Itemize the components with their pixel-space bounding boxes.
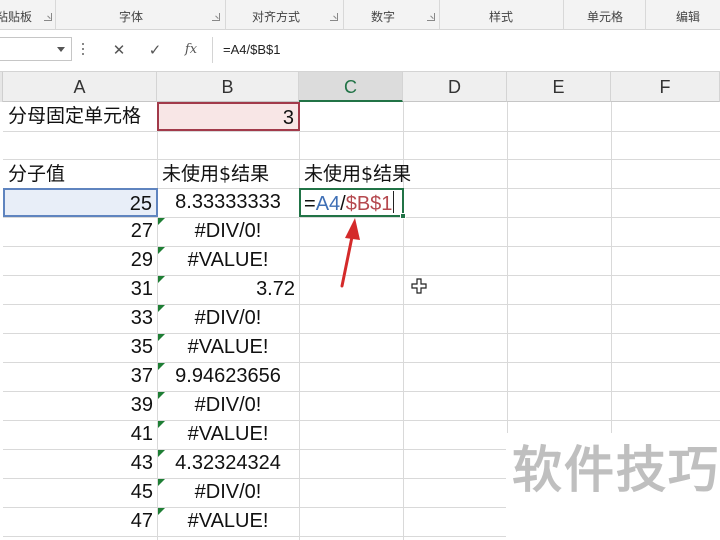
enter-icon[interactable]: ✓ (144, 39, 166, 61)
font-launcher-icon[interactable] (212, 13, 220, 21)
error-indicator-icon[interactable] (158, 508, 165, 515)
cell-a11[interactable]: 39 (3, 391, 157, 420)
error-indicator-icon[interactable] (158, 450, 165, 457)
ribbon-label-editing: 编辑 (676, 10, 701, 24)
watermark-text: 软件技巧 (512, 441, 720, 499)
cell-b12[interactable]: #VALUE! (157, 420, 299, 449)
fill-handle[interactable] (400, 213, 406, 219)
error-indicator-icon[interactable] (158, 305, 165, 312)
cell-b10[interactable]: 9.94623656 (157, 362, 299, 391)
name-box[interactable] (0, 37, 72, 61)
column-header-e[interactable]: E (507, 72, 611, 102)
formula-ref-b1: $B$1 (345, 193, 393, 215)
alignment-launcher-icon[interactable] (330, 13, 338, 21)
error-indicator-icon[interactable] (158, 421, 165, 428)
cell-b13[interactable]: 4.32324324 (157, 449, 299, 478)
clipboard-launcher-icon[interactable] (44, 13, 52, 21)
cell-a13[interactable]: 43 (3, 449, 157, 478)
ribbon-group-font: 字体 (56, 0, 226, 30)
cell-a8[interactable]: 33 (3, 304, 157, 333)
error-indicator-icon[interactable] (158, 334, 165, 341)
cell-b4[interactable]: 8.33333333 (157, 188, 299, 217)
cell-b6[interactable]: #VALUE! (157, 246, 299, 275)
column-header-a[interactable]: A (3, 72, 157, 102)
insert-function-icon[interactable]: fx (180, 39, 202, 61)
ribbon-group-clipboard: 粘贴板 (0, 0, 56, 30)
cell-a14[interactable]: 45 (3, 478, 157, 507)
cell-a6[interactable]: 29 (3, 246, 157, 275)
error-indicator-icon[interactable] (158, 218, 165, 225)
formula-input[interactable]: =A4/$B$1 (212, 37, 720, 63)
error-indicator-icon[interactable] (158, 479, 165, 486)
cell-a1[interactable]: 分母固定单元格 (3, 102, 157, 131)
ribbon-group-styles: 样式 (440, 0, 564, 30)
ribbon-label-alignment: 对齐方式 (252, 10, 301, 24)
formula-equals: = (304, 193, 316, 215)
cell-c4-editing[interactable]: =A4/$B$1 (299, 188, 406, 219)
formula-ref-a4: A4 (315, 193, 341, 215)
cell-b14[interactable]: #DIV/0! (157, 478, 299, 507)
cell-b9[interactable]: #VALUE! (157, 333, 299, 362)
cell-b15[interactable]: #VALUE! (157, 507, 299, 536)
error-indicator-icon[interactable] (158, 276, 165, 283)
cell-a15[interactable]: 47 (3, 507, 157, 536)
cell-b8[interactable]: #DIV/0! (157, 304, 299, 333)
error-indicator-icon[interactable] (158, 363, 165, 370)
formula-bar-grip-icon (82, 43, 85, 57)
ribbon-group-number: 数字 (344, 0, 440, 30)
cell-a4[interactable]: 25 (3, 188, 158, 217)
cancel-icon[interactable]: ✕ (108, 39, 130, 61)
ribbon-group-editing: 编辑 (646, 0, 720, 30)
cell-a5[interactable]: 27 (3, 217, 157, 246)
column-header-b[interactable]: B (157, 72, 299, 102)
error-indicator-icon[interactable] (158, 247, 165, 254)
cell-a7[interactable]: 31 (3, 275, 157, 304)
number-launcher-icon[interactable] (427, 13, 435, 21)
cell-a9[interactable]: 35 (3, 333, 157, 362)
ribbon-label-number: 数字 (371, 10, 396, 24)
cell-b7[interactable]: 3.72 (157, 275, 299, 304)
cell-a10[interactable]: 37 (3, 362, 157, 391)
ribbon-label-cells: 单元格 (587, 10, 624, 24)
column-header-f[interactable]: F (611, 72, 720, 102)
formula-bar: ✕ ✓ fx =A4/$B$1 (0, 30, 720, 72)
error-indicator-icon[interactable] (158, 392, 165, 399)
ribbon-group-labels: 粘贴板 字体 对齐方式 数字 样式 单元格 编辑 (0, 0, 720, 30)
ribbon-label-styles: 样式 (489, 10, 514, 24)
column-header-c[interactable]: C (299, 72, 403, 102)
ribbon-group-cells: 单元格 (564, 0, 646, 30)
name-box-dropdown-icon[interactable] (57, 47, 65, 52)
column-header-d[interactable]: D (403, 72, 507, 102)
cell-a3[interactable]: 分子值 (3, 160, 157, 189)
cell-b11[interactable]: #DIV/0! (157, 391, 299, 420)
ribbon-group-alignment: 对齐方式 (226, 0, 344, 30)
cell-c3[interactable]: 未使用$结果 (299, 160, 439, 189)
cell-b3[interactable]: 未使用$结果 (157, 160, 299, 189)
cell-a12[interactable]: 41 (3, 420, 157, 449)
ribbon-label-font: 字体 (119, 10, 144, 24)
text-cursor (393, 191, 395, 213)
ribbon-label-clipboard: 粘贴板 (0, 10, 33, 24)
cell-b1[interactable]: 3 (157, 102, 300, 131)
cell-b5[interactable]: #DIV/0! (157, 217, 299, 246)
